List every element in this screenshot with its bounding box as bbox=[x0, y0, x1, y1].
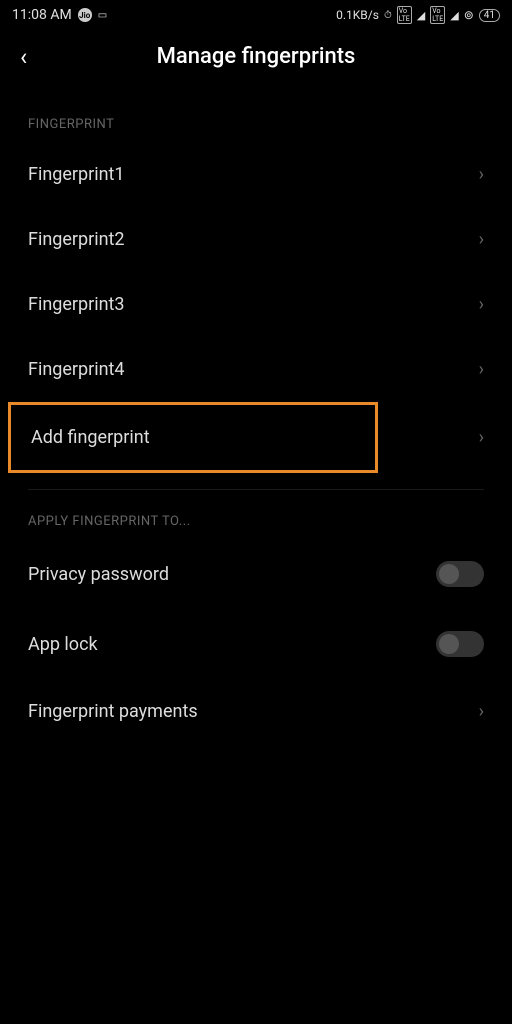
chevron-right-icon: › bbox=[479, 164, 484, 185]
fingerprint-label: Fingerprint1 bbox=[28, 164, 125, 185]
carrier-icon: Jio bbox=[78, 8, 92, 22]
signal-icon-2 bbox=[450, 8, 458, 22]
back-button[interactable]: ‹ bbox=[20, 45, 48, 69]
fingerprint-item-2[interactable]: Fingerprint2 › bbox=[0, 207, 512, 272]
add-fingerprint-item[interactable]: Add fingerprint bbox=[11, 405, 375, 470]
fingerprint-item-3[interactable]: Fingerprint3 › bbox=[0, 272, 512, 337]
chevron-right-icon: › bbox=[479, 229, 484, 250]
chevron-right-icon: › bbox=[479, 427, 484, 448]
volte-icon-2: VoLTE bbox=[430, 6, 445, 24]
status-bar: 11:08 AM Jio ▭ 0.1KB/s ⏱ VoLTE VoLTE ⊚ 4… bbox=[0, 0, 512, 28]
fingerprint-payments-item[interactable]: Fingerprint payments › bbox=[0, 679, 512, 744]
status-left: 11:08 AM Jio ▭ bbox=[12, 7, 107, 23]
privacy-password-item[interactable]: Privacy password bbox=[0, 539, 512, 609]
fingerprint-item-1[interactable]: Fingerprint1 › bbox=[0, 142, 512, 207]
chevron-right-icon: › bbox=[479, 294, 484, 315]
add-fingerprint-label: Add fingerprint bbox=[31, 427, 150, 448]
section-header-apply: APPLY FINGERPRINT TO... bbox=[0, 490, 512, 539]
status-right: 0.1KB/s ⏱ VoLTE VoLTE ⊚ 41 bbox=[336, 6, 500, 24]
cast-icon: ▭ bbox=[98, 10, 107, 21]
signal-icon-1 bbox=[417, 8, 425, 22]
chevron-right-icon: › bbox=[479, 359, 484, 380]
status-time: 11:08 AM bbox=[12, 7, 72, 23]
app-lock-toggle[interactable] bbox=[436, 631, 484, 657]
fingerprint-item-4[interactable]: Fingerprint4 › bbox=[0, 337, 512, 402]
alarm-icon: ⏱ bbox=[384, 10, 392, 21]
privacy-password-toggle[interactable] bbox=[436, 561, 484, 587]
battery-indicator: 41 bbox=[479, 9, 500, 22]
fingerprint-payments-label: Fingerprint payments bbox=[28, 701, 198, 722]
chevron-right-icon: › bbox=[479, 701, 484, 722]
wifi-icon: ⊚ bbox=[464, 8, 474, 22]
section-header-fingerprint: FINGERPRINT bbox=[0, 93, 512, 142]
add-fingerprint-row[interactable]: Add fingerprint › bbox=[0, 402, 512, 473]
page-header: ‹ Manage fingerprints bbox=[0, 28, 512, 93]
privacy-password-label: Privacy password bbox=[28, 564, 169, 585]
data-rate: 0.1KB/s bbox=[336, 8, 379, 22]
highlight-annotation: Add fingerprint bbox=[8, 402, 378, 473]
fingerprint-label: Fingerprint3 bbox=[28, 294, 125, 315]
fingerprint-label: Fingerprint4 bbox=[28, 359, 125, 380]
volte-icon-1: VoLTE bbox=[397, 6, 412, 24]
page-title: Manage fingerprints bbox=[48, 44, 464, 69]
app-lock-label: App lock bbox=[28, 634, 98, 655]
app-lock-item[interactable]: App lock bbox=[0, 609, 512, 679]
fingerprint-label: Fingerprint2 bbox=[28, 229, 125, 250]
